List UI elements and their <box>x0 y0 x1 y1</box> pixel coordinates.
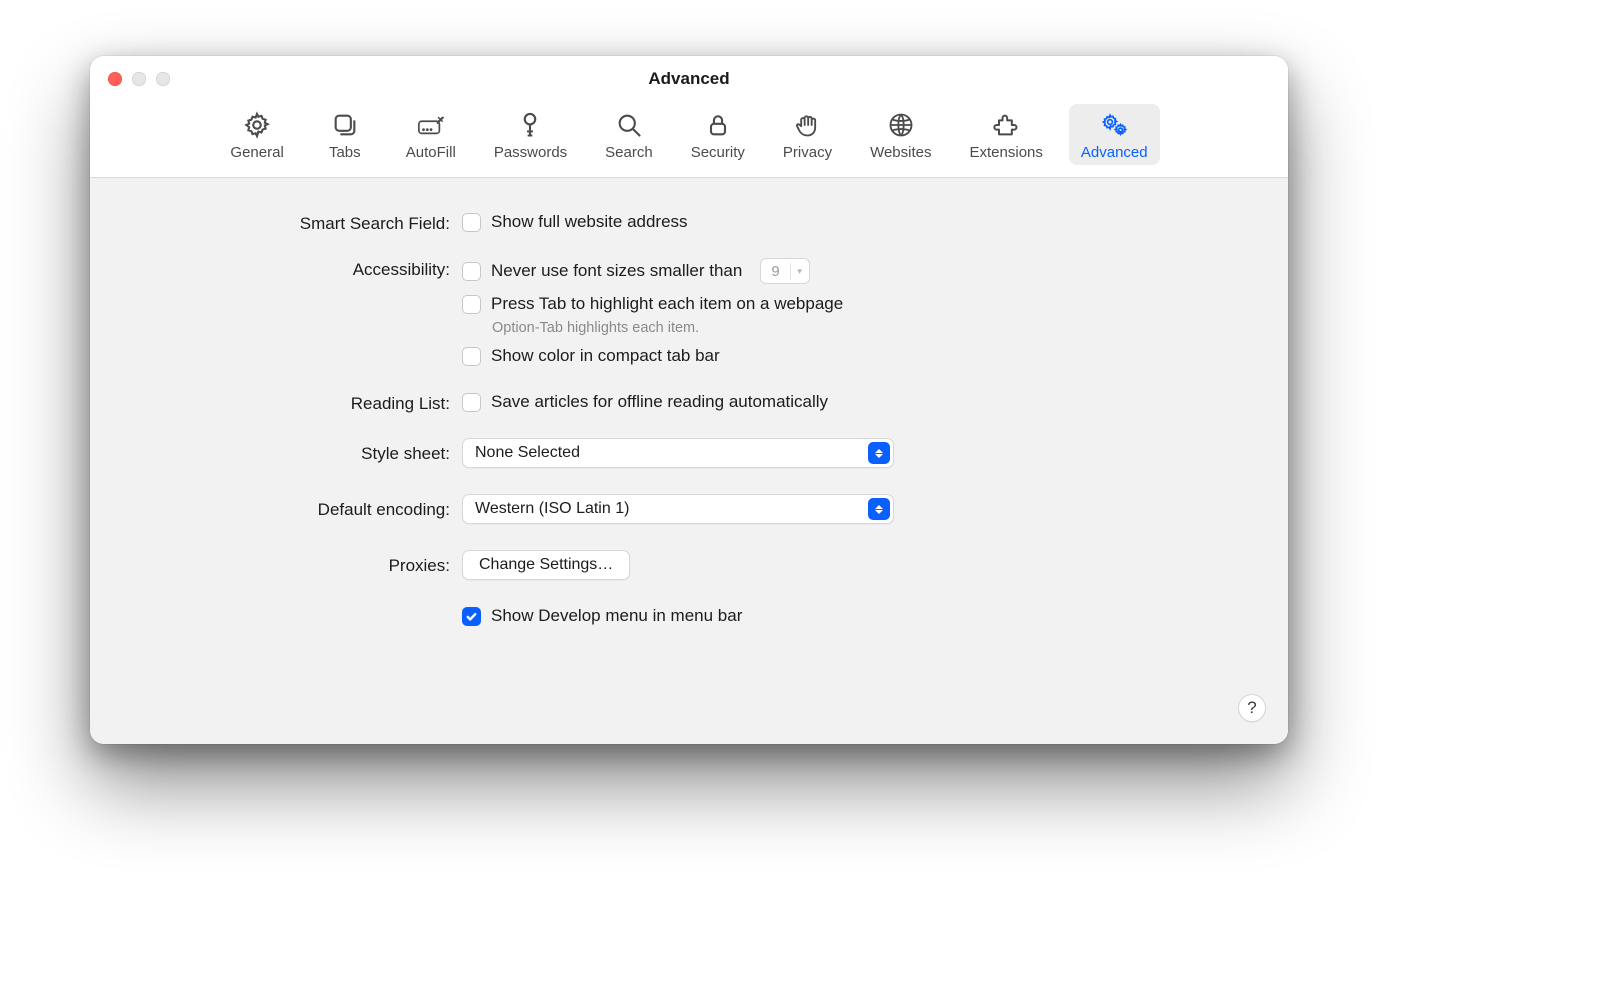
accessibility-label: Accessibility: <box>120 258 450 280</box>
key-icon <box>515 110 545 140</box>
chevron-down-icon: ▾ <box>791 266 809 277</box>
tab-label: AutoFill <box>406 144 456 161</box>
tab-security[interactable]: Security <box>679 104 757 165</box>
save-offline-label: Save articles for offline reading automa… <box>491 392 828 412</box>
window-close-button[interactable] <box>108 72 122 86</box>
puzzle-icon <box>991 110 1021 140</box>
tab-label: Privacy <box>783 144 832 161</box>
change-settings-button[interactable]: Change Settings… <box>462 550 630 580</box>
tab-tabs[interactable]: Tabs <box>310 104 380 165</box>
tab-passwords[interactable]: Passwords <box>482 104 579 165</box>
window-title: Advanced <box>648 69 729 89</box>
tab-autofill[interactable]: AutoFill <box>394 104 468 165</box>
show-develop-menu-label: Show Develop menu in menu bar <box>491 606 742 626</box>
advanced-pane: Smart Search Field: Show full website ad… <box>90 178 1288 744</box>
default-encoding-label: Default encoding: <box>120 494 450 520</box>
tab-extensions[interactable]: Extensions <box>958 104 1055 165</box>
gears-icon <box>1099 110 1129 140</box>
tabs-icon <box>330 110 360 140</box>
smart-search-label: Smart Search Field: <box>120 212 450 234</box>
proxies-label: Proxies: <box>120 550 450 576</box>
show-full-address-label: Show full website address <box>491 212 688 232</box>
font-size-stepper[interactable]: 9 ▾ <box>760 258 809 284</box>
tab-search[interactable]: Search <box>593 104 665 165</box>
style-sheet-value: None Selected <box>475 444 580 462</box>
autofill-icon <box>416 110 446 140</box>
help-button[interactable]: ? <box>1238 694 1266 722</box>
style-sheet-label: Style sheet: <box>120 438 450 464</box>
tab-general[interactable]: General <box>218 104 295 165</box>
window-minimize-button[interactable] <box>132 72 146 86</box>
press-tab-label: Press Tab to highlight each item on a we… <box>491 294 843 314</box>
default-encoding-value: Western (ISO Latin 1) <box>475 500 629 518</box>
titlebar: Advanced <box>90 56 1288 102</box>
show-full-address-checkbox[interactable] <box>462 213 481 232</box>
popup-stepper-icon <box>868 442 890 464</box>
popup-stepper-icon <box>868 498 890 520</box>
font-size-value: 9 <box>761 263 790 280</box>
tab-label: Passwords <box>494 144 567 161</box>
default-encoding-popup[interactable]: Western (ISO Latin 1) <box>462 494 894 524</box>
window-fullscreen-button[interactable] <box>156 72 170 86</box>
globe-icon <box>886 110 916 140</box>
tab-websites[interactable]: Websites <box>858 104 943 165</box>
search-icon <box>614 110 644 140</box>
tab-label: Advanced <box>1081 144 1148 161</box>
gear-icon <box>242 110 272 140</box>
tab-label: Extensions <box>970 144 1043 161</box>
reading-list-label: Reading List: <box>120 392 450 414</box>
tab-label: Search <box>605 144 653 161</box>
tab-privacy[interactable]: Privacy <box>771 104 844 165</box>
tab-advanced[interactable]: Advanced <box>1069 104 1160 165</box>
press-tab-hint: Option-Tab highlights each item. <box>492 320 1258 336</box>
lock-icon <box>703 110 733 140</box>
style-sheet-popup[interactable]: None Selected <box>462 438 894 468</box>
preferences-toolbar: General Tabs <box>90 102 1288 178</box>
show-develop-menu-checkbox[interactable] <box>462 607 481 626</box>
preferences-window: Advanced General <box>90 56 1288 744</box>
traffic-lights <box>108 72 170 86</box>
tab-label: General <box>230 144 283 161</box>
never-font-smaller-label: Never use font sizes smaller than <box>491 261 742 281</box>
tab-label: Security <box>691 144 745 161</box>
press-tab-checkbox[interactable] <box>462 295 481 314</box>
tab-label: Websites <box>870 144 931 161</box>
show-color-compact-label: Show color in compact tab bar <box>491 346 720 366</box>
show-color-compact-checkbox[interactable] <box>462 347 481 366</box>
hand-icon <box>792 110 822 140</box>
tab-label: Tabs <box>329 144 361 161</box>
save-offline-checkbox[interactable] <box>462 393 481 412</box>
never-font-smaller-checkbox[interactable] <box>462 262 481 281</box>
